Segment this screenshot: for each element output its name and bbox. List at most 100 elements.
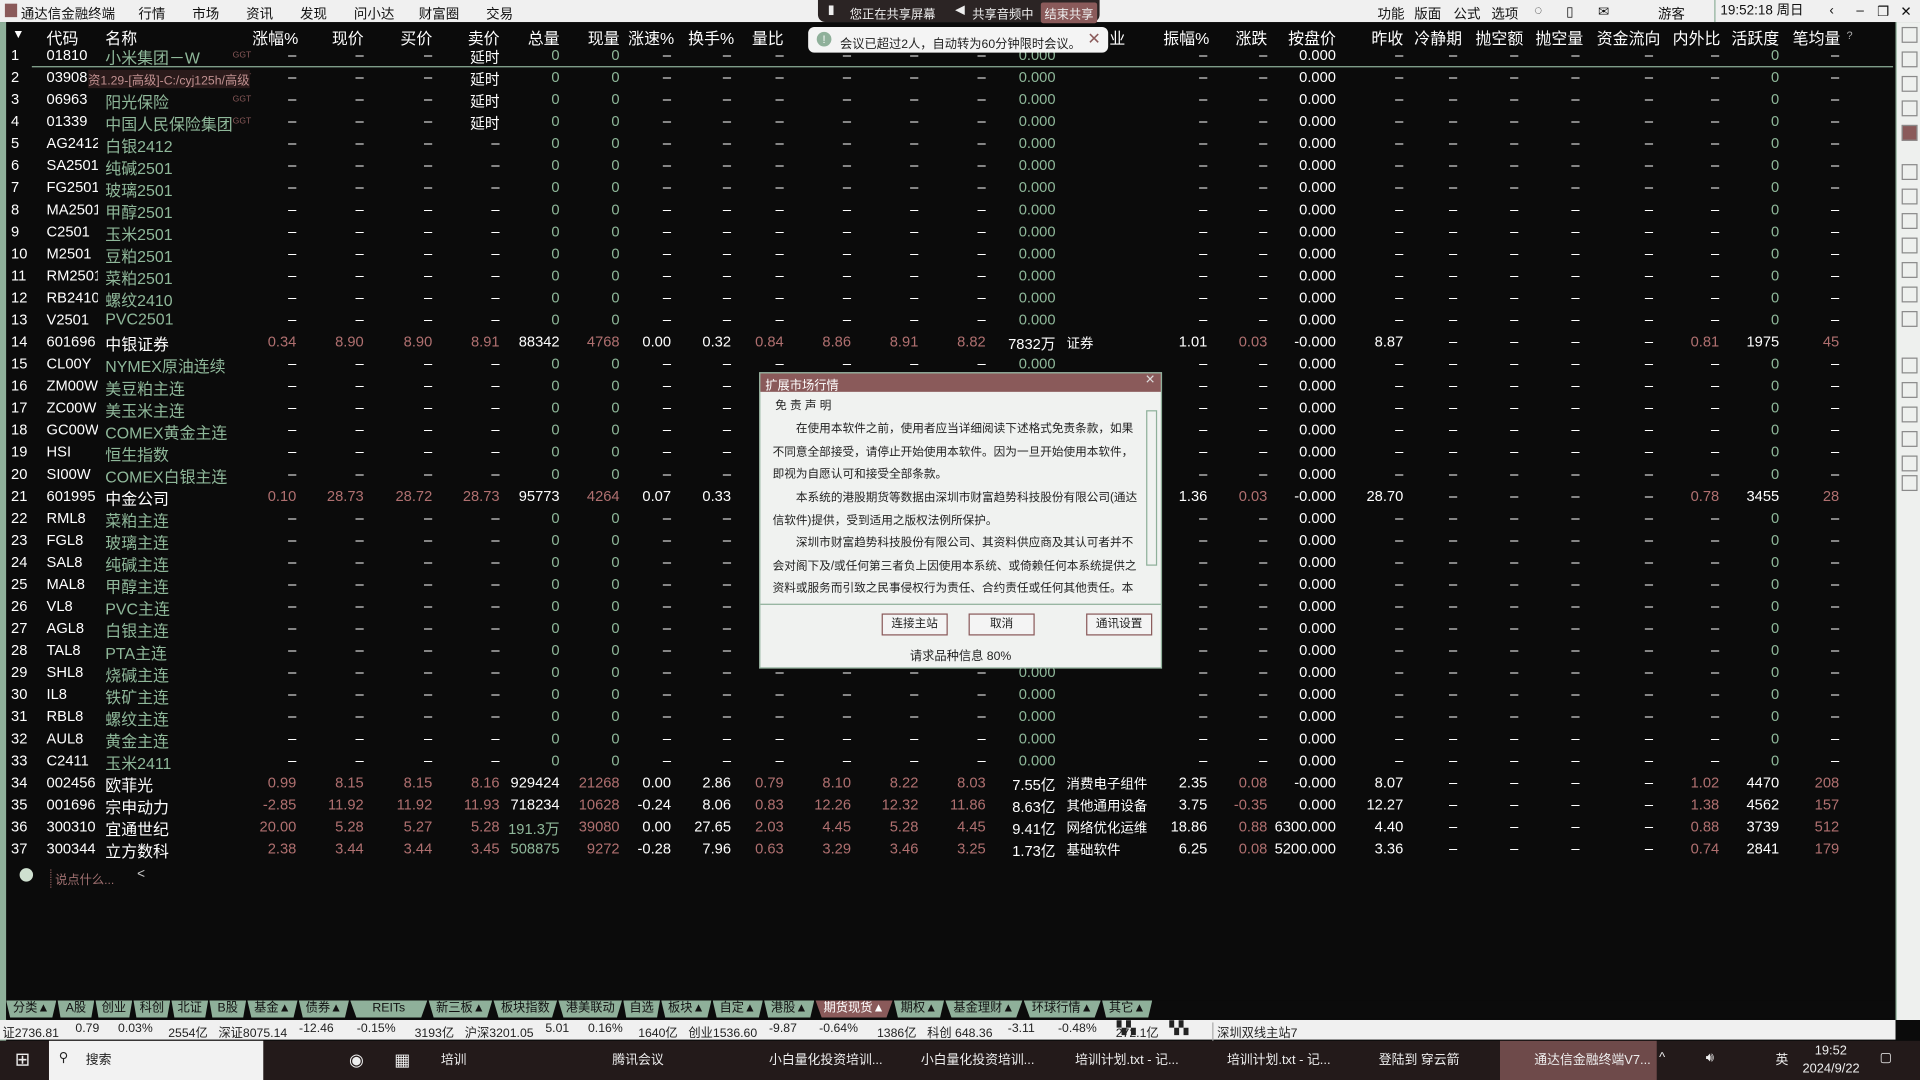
tool-icon[interactable] [1901, 237, 1918, 254]
volume-icon[interactable]: 🔊︎ [1706, 1051, 1714, 1067]
taskbar-app[interactable]: 小白量化投资培训... [921, 1051, 1035, 1069]
stock-name[interactable]: 美玉米主连 [105, 398, 185, 421]
stock-code[interactable]: 300310 [47, 818, 98, 835]
market-tab[interactable]: 自定▲ [712, 1000, 763, 1018]
menu-gongneng[interactable]: 功能 [1378, 4, 1405, 24]
menu-banmian[interactable]: 版面 [1414, 4, 1441, 24]
stock-name[interactable]: 菜粕主连 [105, 508, 169, 531]
help-icon[interactable]: ? [1847, 29, 1853, 41]
menu-wenxiaoda[interactable]: 问小达 [354, 4, 394, 24]
stock-code[interactable]: V2501 [47, 311, 98, 328]
table-row[interactable]: 8 MA2501 甲醇2501 – – – – 0 0 – – – – – – 0.000 – – 0.000 – – –… [6, 198, 1892, 223]
stock-name[interactable]: 纯碱2501 [105, 156, 172, 179]
table-row[interactable]: 36 300310 宜通世纪 20.00 5.28 5.27 5.28 191.3万 39080… [6, 816, 1892, 839]
tool-icon[interactable] [1901, 75, 1918, 92]
support-icon[interactable]: ◌ [1534, 4, 1542, 19]
taskbar-time[interactable]: 19:52 [1815, 1043, 1847, 1058]
stock-name[interactable]: 中银证券 [105, 332, 169, 355]
taskbar-app[interactable]: 培训 [441, 1051, 467, 1069]
tool-icon[interactable] [1901, 382, 1918, 398]
stock-name[interactable]: 螺纹主连 [105, 707, 169, 730]
table-row[interactable]: 4 01339 中国人民保险集团 GGT – – – 延时 0 0 – – – – – – 0.000 – – 0.0… [6, 110, 1892, 134]
stock-code[interactable]: RB2410 [47, 289, 98, 306]
table-row[interactable]: 7 FG2501 玻璃2501 – – – – 0 0 – – – – – – 0.000 – – 0.000 – – –… [6, 176, 1892, 201]
stock-code[interactable]: SA2501 [47, 157, 98, 174]
user-label[interactable]: 游客 [1658, 4, 1685, 24]
stock-name[interactable]: 中国人民保险集团 [105, 111, 232, 134]
stock-code[interactable]: AUL8 [47, 730, 98, 747]
stock-code[interactable]: SI00W [47, 465, 98, 482]
tool-icon[interactable] [1901, 406, 1918, 423]
dialog-close-icon[interactable]: ✕ [1145, 373, 1155, 386]
tool-icon[interactable] [1901, 311, 1918, 327]
menu-hangqing[interactable]: 行情 [138, 4, 165, 24]
table-row[interactable]: 6 SA2501 纯碱2501 – – – – 0 0 – – – – – – 0.000 – – 0.000 – – –… [6, 154, 1892, 179]
windows-start-icon[interactable]: ⊞ [15, 1048, 30, 1070]
table-row[interactable]: 14 601696 中银证券 0.34 8.90 8.90 8.91 88342 4768 0.0… [6, 331, 1892, 355]
stock-code[interactable]: RML8 [47, 509, 98, 526]
table-row[interactable]: 9 C2501 玉米2501 – – – – 0 0 – – – – – – 0.000 – – 0.000 – – – –… [6, 220, 1892, 244]
stock-name[interactable]: 甲醇主连 [105, 574, 169, 597]
stock-code[interactable]: 001696 [47, 796, 98, 813]
taskbar-app[interactable]: 登陆到 穿云箭 [1379, 1051, 1460, 1069]
market-tab[interactable]: 板块指数 [493, 1000, 558, 1018]
stock-name[interactable]: 美豆粕主连 [105, 376, 185, 399]
stock-code[interactable]: MA2501 [47, 201, 98, 218]
stock-code[interactable]: HSI [47, 443, 98, 460]
stock-name[interactable]: 欧菲光 [105, 773, 153, 796]
stock-code[interactable]: 002456 [47, 774, 98, 791]
active-app[interactable]: 通达信金融终端V7... [1500, 1040, 1657, 1080]
stock-code[interactable]: TAL8 [47, 642, 98, 659]
stock-name[interactable]: 铁矿主连 [105, 684, 169, 707]
stock-name[interactable]: 纯碱主连 [105, 552, 169, 575]
stock-name[interactable]: 甲醇2501 [105, 200, 172, 223]
right-toolbar[interactable] [1895, 22, 1920, 1021]
table-row[interactable]: 37 300344 立方数科 2.38 3.44 3.44 3.45 508875 9272 -0… [6, 838, 1892, 861]
stock-code[interactable]: GC00W [47, 421, 98, 438]
stock-name[interactable]: 玻璃主连 [105, 530, 169, 553]
taskbar-app[interactable]: 小白量化投资培训... [769, 1051, 883, 1069]
stock-code[interactable]: VL8 [47, 598, 98, 615]
menu-shichang[interactable]: 市场 [192, 4, 219, 24]
stock-name[interactable]: 玉米2411 [105, 751, 171, 774]
tool-icon[interactable] [1901, 26, 1918, 43]
toast-close-icon[interactable]: ✕ [1087, 29, 1100, 49]
layout-icon[interactable]: ▚▚ [1117, 1022, 1136, 1035]
stock-name[interactable]: 中金公司 [105, 486, 169, 509]
cancel-button[interactable]: 取消 [968, 613, 1035, 636]
stock-code[interactable]: MAL8 [47, 576, 98, 593]
stock-name[interactable]: 豆粕2501 [105, 244, 172, 267]
stock-code[interactable]: 300344 [47, 840, 98, 857]
market-tab[interactable]: 创业 [95, 1000, 133, 1018]
menu-caifuquan[interactable]: 财富圈 [419, 4, 459, 24]
tool-icon[interactable] [1901, 124, 1918, 141]
end-share-button[interactable]: 结束共享 [1040, 2, 1098, 24]
market-tab[interactable]: 环球行情▲ [1023, 1000, 1101, 1018]
taskbar-date[interactable]: 2024/9/22 [1802, 1062, 1859, 1077]
tool-icon[interactable] [1901, 262, 1918, 278]
stock-code[interactable]: 01810 [47, 47, 98, 64]
stock-name[interactable]: NYMEX原油连续 [105, 354, 225, 377]
table-row[interactable]: 5 AG2412 白银2412 – – – – 0 0 – – – – – – 0.000 – – 0.000 – – –… [6, 132, 1892, 156]
stock-code[interactable]: RBL8 [47, 708, 98, 725]
taskbar-app[interactable]: 腾讯会议 [612, 1051, 663, 1069]
table-row[interactable]: 13 V2501 PVC2501 – – – – 0 0 – – – – – – 0.000 – – 0.000 – –… [6, 309, 1892, 331]
tool-icon[interactable] [1901, 188, 1918, 205]
taskbar-app[interactable]: 培训计划.txt - 记... [1075, 1051, 1179, 1069]
stock-name[interactable]: 小米集团－W [105, 45, 200, 68]
table-row[interactable]: 203908GGT–––延时00––––––0.000––0.000––––––… [6, 66, 1892, 89]
table-row[interactable]: 31 RBL8 螺纹主连 – – – – 0 0 – – – – – – 0.000 – – 0.000 – – – – – –… [6, 705, 1892, 730]
stock-name[interactable]: 宗申动力 [105, 795, 169, 818]
stock-name[interactable]: 玻璃2501 [105, 178, 172, 201]
table-row[interactable]: 33 C2411 玉米2411 – – – – 0 0 – – – – – – 0.000 – – 0.000 – – –… [6, 749, 1892, 774]
sort-icon[interactable]: ▼ [12, 28, 24, 41]
connect-server-button[interactable]: 连接主站 [881, 613, 948, 636]
menu-jiaoyi[interactable]: 交易 [486, 4, 513, 24]
tool-icon[interactable] [1901, 51, 1918, 68]
table-row[interactable]: 3 06963 阳光保险 GGT – – – 延时 0 0 – – – – – – 0.000 – – 0.000 – –… [6, 88, 1892, 112]
stock-name[interactable]: 菜粕2501 [105, 266, 172, 289]
stock-code[interactable]: M2501 [47, 245, 98, 262]
market-tab[interactable]: 基金▲ [247, 1000, 298, 1018]
stock-name[interactable]: 黄金主连 [105, 729, 169, 752]
market-tab[interactable]: 期货现货▲ [815, 1000, 893, 1018]
